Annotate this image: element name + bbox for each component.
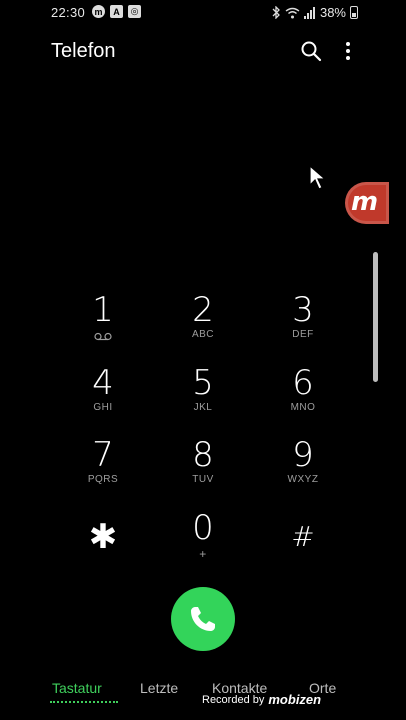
key-hash[interactable]: #: [258, 519, 348, 583]
call-button[interactable]: [171, 587, 235, 651]
battery-icon: [350, 6, 358, 19]
voicemail-icon: [94, 332, 112, 341]
status-bar: 22:30 m A ◎ 38%: [30, 0, 378, 26]
search-icon[interactable]: [300, 40, 322, 62]
key-5[interactable]: 5 JKL: [158, 365, 248, 429]
mobizen-notification-icon: m: [92, 5, 105, 18]
key-1[interactable]: 1: [58, 292, 148, 356]
phone-screen: 22:30 m A ◎ 38% Telefon m 1 2 ABC 3 DEF …: [30, 0, 389, 720]
active-tab-indicator: [50, 701, 118, 703]
notification-icons: m A ◎: [92, 5, 141, 18]
system-icons: 38%: [272, 5, 358, 20]
scroll-indicator[interactable]: [373, 252, 378, 382]
key-3[interactable]: 3 DEF: [258, 292, 348, 356]
key-8[interactable]: 8 TUV: [158, 437, 248, 501]
mobizen-brand: mobizen: [268, 692, 322, 707]
battery-percent: 38%: [319, 5, 346, 20]
key-7[interactable]: 7 PQRS: [58, 437, 148, 501]
bluetooth-icon: [272, 6, 280, 19]
app-title: Telefon: [51, 40, 116, 62]
phone-icon: [191, 607, 215, 631]
key-6[interactable]: 6 MNO: [258, 365, 348, 429]
more-options-icon[interactable]: [339, 40, 357, 62]
recording-watermark: Recorded by mobizen: [202, 692, 322, 707]
mobizen-floating-button[interactable]: m: [345, 182, 389, 224]
key-0[interactable]: 0 +: [158, 510, 248, 574]
camera-notification-icon: ◎: [128, 5, 141, 18]
mobizen-logo: m: [351, 187, 379, 217]
mouse-cursor-icon: [309, 165, 327, 190]
tab-tastatur[interactable]: Tastatur: [52, 680, 102, 696]
status-time: 22:30: [51, 5, 86, 20]
key-4[interactable]: 4 GHI: [58, 365, 148, 429]
key-2[interactable]: 2 ABC: [158, 292, 248, 356]
key-9[interactable]: 9 WXYZ: [258, 437, 348, 501]
key-star[interactable]: ✱: [58, 519, 148, 583]
wifi-icon: [285, 7, 300, 18]
signal-icon: [303, 6, 315, 19]
app-notification-icon: A: [110, 5, 123, 18]
tab-letzte[interactable]: Letzte: [140, 680, 178, 696]
